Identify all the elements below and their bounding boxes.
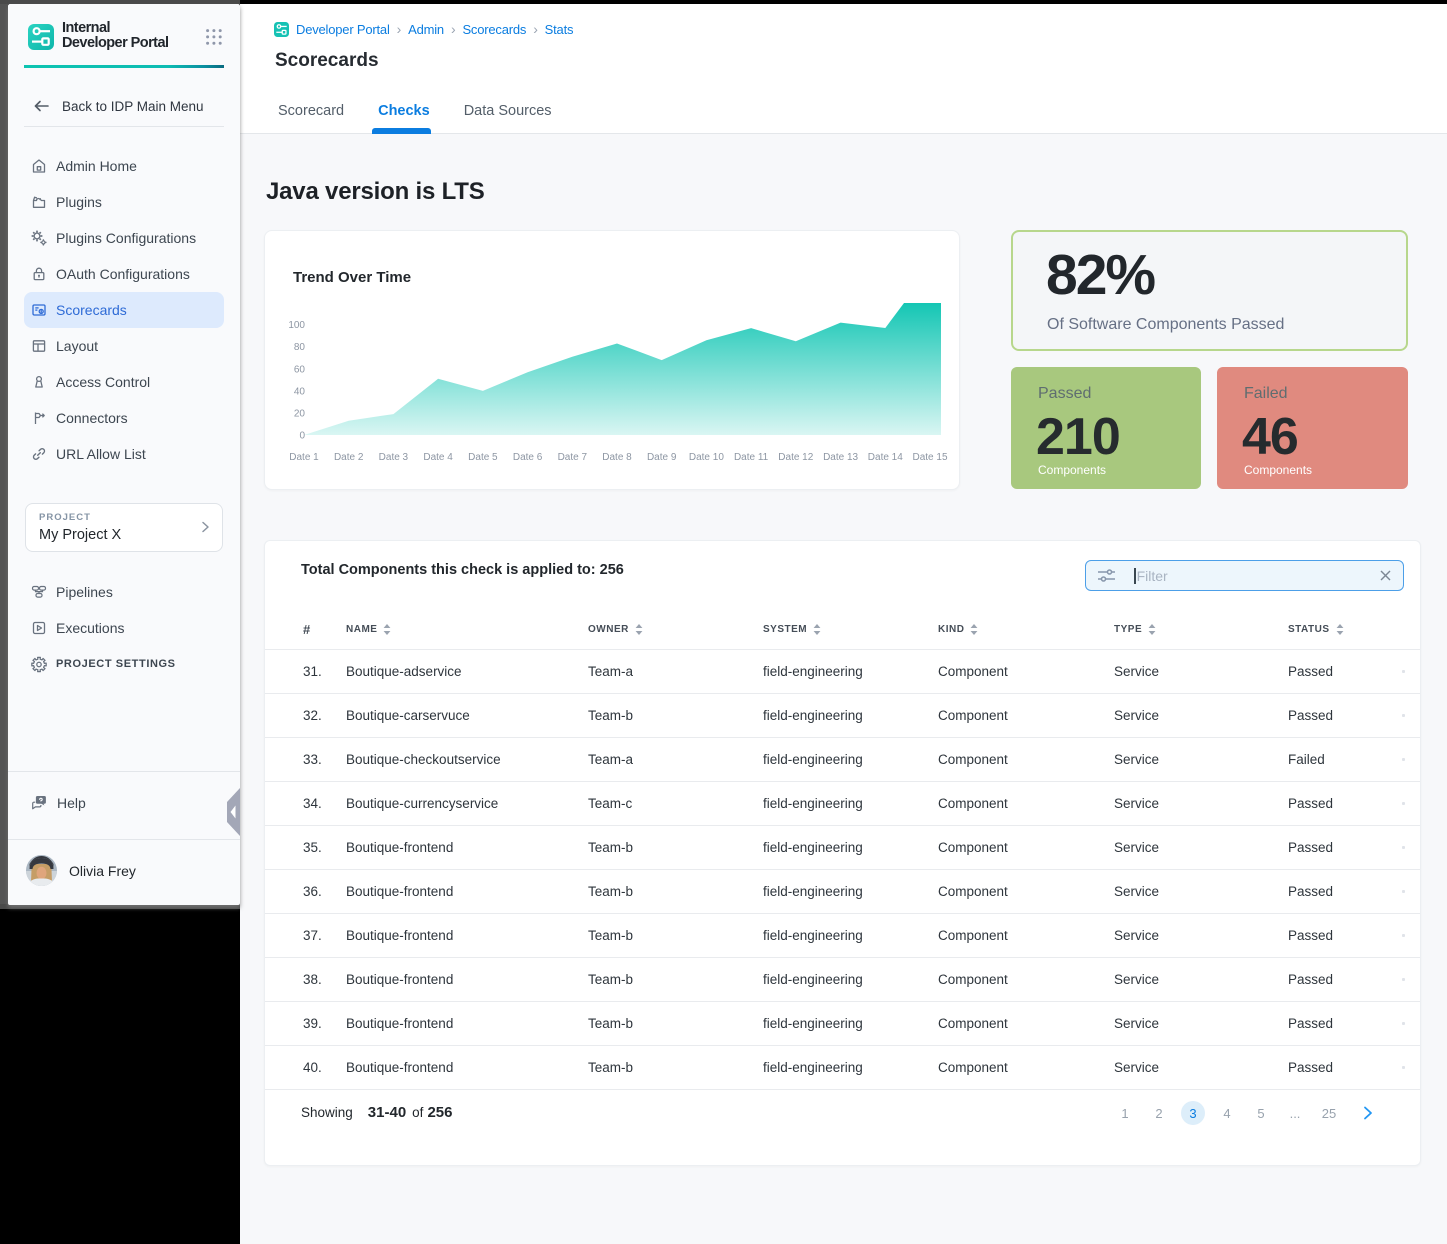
svg-text:100: 100 <box>288 320 305 331</box>
svg-text:Date 15: Date 15 <box>912 452 947 463</box>
svg-text:Date 3: Date 3 <box>379 452 409 463</box>
svg-text:Date 12: Date 12 <box>778 452 813 463</box>
svg-text:Date 2: Date 2 <box>334 452 364 463</box>
svg-text:Date 4: Date 4 <box>423 452 453 463</box>
svg-text:Date 13: Date 13 <box>823 452 858 463</box>
svg-text:Date 7: Date 7 <box>558 452 588 463</box>
svg-text:60: 60 <box>294 364 306 375</box>
svg-text:80: 80 <box>294 342 306 353</box>
svg-text:Date 8: Date 8 <box>602 452 632 463</box>
svg-text:Date 11: Date 11 <box>734 452 769 463</box>
svg-text:Date 14: Date 14 <box>868 452 903 463</box>
svg-text:Date 5: Date 5 <box>468 452 498 463</box>
svg-text:Date 9: Date 9 <box>647 452 677 463</box>
svg-text:40: 40 <box>294 386 306 397</box>
svg-text:0: 0 <box>299 431 305 442</box>
svg-text:20: 20 <box>294 408 306 419</box>
svg-text:Date 10: Date 10 <box>689 452 724 463</box>
svg-text:Date 1: Date 1 <box>289 452 319 463</box>
svg-text:Date 6: Date 6 <box>513 452 543 463</box>
